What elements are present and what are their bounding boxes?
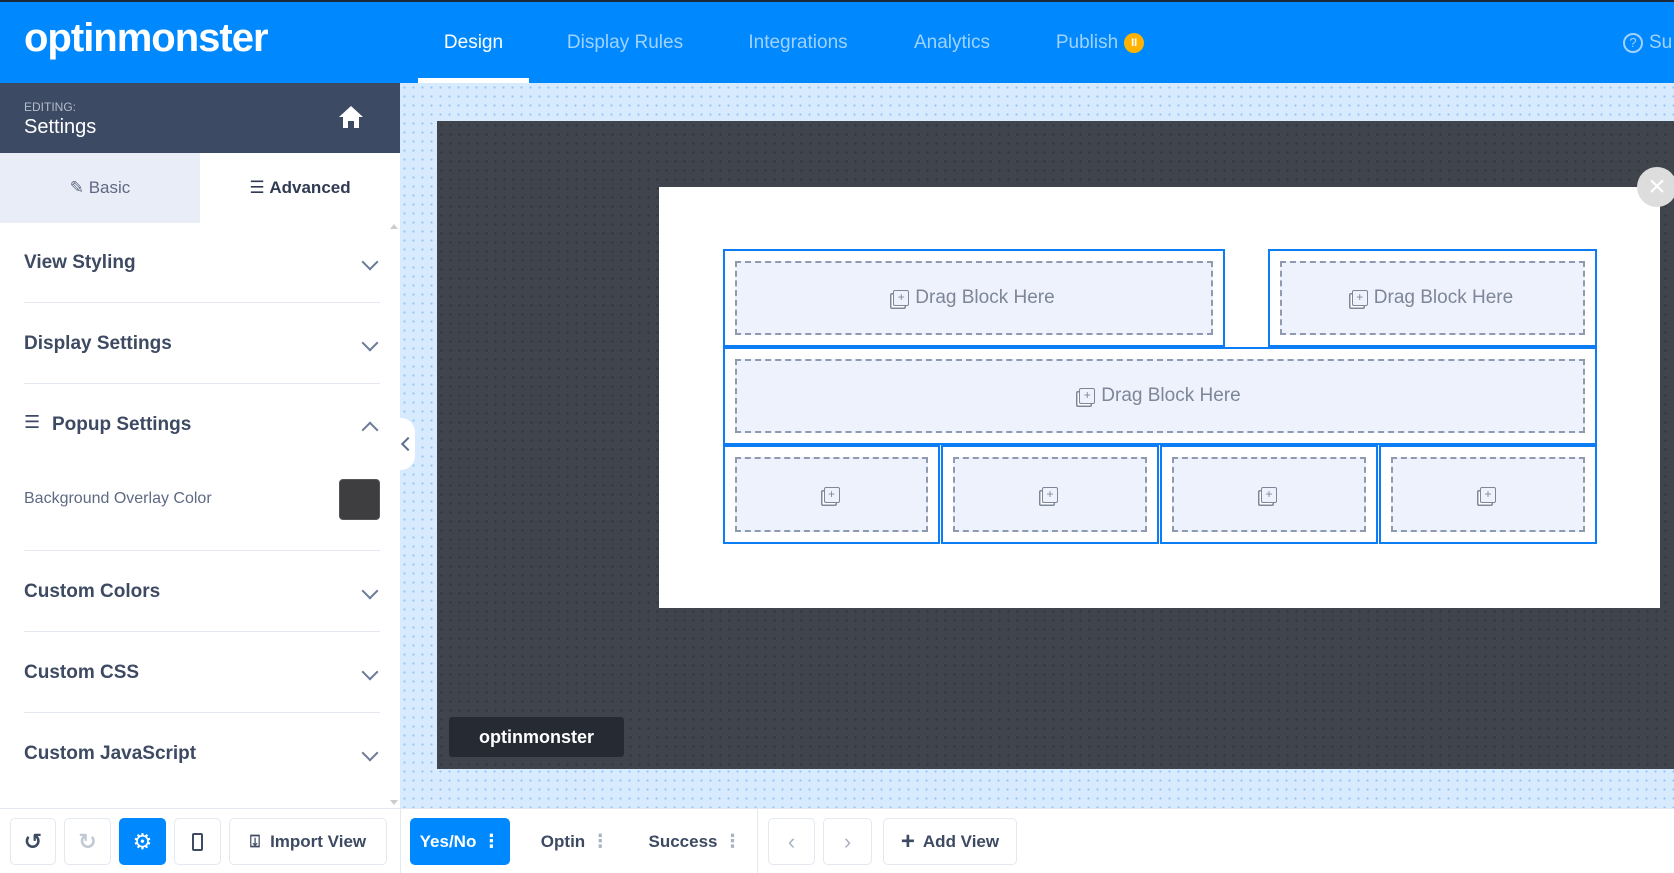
view-label: Optin: [540, 831, 586, 851]
drop-zone[interactable]: +: [1160, 445, 1378, 544]
previous-view-button[interactable]: ‹: [768, 818, 815, 865]
chevron-down-icon: [361, 663, 379, 681]
publish-label: Publish: [1055, 32, 1119, 53]
section-popup-settings[interactable]: Popup Settings ☰: [24, 384, 380, 462]
section-title: Custom Colors: [24, 581, 161, 602]
add-block-icon: +: [1261, 486, 1277, 503]
undo-icon: ↺: [23, 828, 43, 854]
chevron-right-icon: ›: [843, 828, 852, 854]
section-title: Display Settings: [24, 333, 172, 354]
section-custom-javascript[interactable]: Custom JavaScript: [24, 713, 380, 794]
drop-zone[interactable]: +: [723, 445, 940, 544]
section-title: Custom JavaScript: [24, 743, 197, 764]
scroll-down-arrow[interactable]: [390, 800, 398, 805]
drop-zone[interactable]: + Drag Block Here: [723, 347, 1597, 445]
import-view-label: Import View: [270, 831, 367, 851]
import-view-button[interactable]: ⍗ Import View: [229, 818, 387, 865]
plus-icon: +: [900, 827, 915, 855]
add-block-icon: +: [1042, 486, 1058, 503]
overlay-color-label: Background Overlay Color: [24, 490, 212, 507]
add-block-icon: +: [1480, 486, 1496, 503]
section-title: Custom CSS: [24, 662, 140, 683]
support-label: Su: [1649, 32, 1673, 53]
view-tab-optin[interactable]: Optin ⋮: [535, 818, 615, 865]
add-block-icon: +: [893, 290, 910, 306]
pause-icon: II: [1124, 32, 1145, 53]
undo-button[interactable]: ↺: [10, 818, 56, 865]
tab-basic-label: Basic: [88, 178, 131, 197]
color-swatch[interactable]: [339, 479, 380, 520]
mobile-icon: [192, 832, 203, 851]
drop-zone[interactable]: +: [1379, 445, 1597, 544]
more-options-icon[interactable]: ⋮: [482, 831, 500, 852]
section-title: View Styling: [24, 252, 136, 273]
section-custom-css[interactable]: Custom CSS: [24, 632, 380, 713]
section-title: Popup Settings: [52, 414, 192, 435]
home-icon[interactable]: [338, 105, 364, 129]
add-block-icon: +: [823, 486, 840, 503]
add-block-icon: +: [1079, 388, 1096, 404]
optinmonster-logo: optinmonster: [24, 16, 269, 60]
settings-button[interactable]: ⚙: [119, 818, 166, 865]
gear-icon: ⚙: [132, 828, 153, 854]
tab-display-rules[interactable]: Display Rules: [560, 2, 690, 83]
collapse-sidebar-button[interactable]: [397, 418, 415, 470]
editing-header: EDITING: Settings: [0, 83, 400, 153]
section-view-styling[interactable]: View Styling: [24, 222, 380, 303]
section-display-settings[interactable]: Display Settings: [24, 303, 380, 384]
editing-label: EDITING:: [24, 100, 77, 114]
help-icon: ?: [1623, 32, 1643, 53]
drop-zone[interactable]: + Drag Block Here: [723, 249, 1225, 347]
background-overlay-color-row: Background Overlay Color: [24, 462, 380, 551]
chevron-up-icon: [361, 421, 379, 439]
drop-zone-label: Drag Block Here: [1101, 385, 1241, 406]
view-label: Success: [648, 831, 718, 851]
drop-zone-label: Drag Block Here: [915, 287, 1055, 308]
add-view-label: Add View: [922, 831, 1000, 851]
chevron-down-icon: [361, 744, 379, 762]
tab-advanced-label: Advanced: [269, 178, 351, 197]
optinmonster-branding-badge[interactable]: optinmonster: [449, 717, 624, 757]
drop-zone[interactable]: +: [941, 445, 1159, 544]
scroll-up-arrow[interactable]: [390, 224, 398, 229]
more-options-icon[interactable]: ⋮: [591, 831, 609, 852]
support-link[interactable]: ? Su: [1623, 2, 1672, 83]
view-label: Yes/No: [419, 831, 477, 851]
sliders-icon: ☰: [249, 178, 270, 197]
tab-analytics[interactable]: Analytics: [900, 2, 1004, 83]
drop-zone[interactable]: + Drag Block Here: [1268, 249, 1597, 347]
chevron-down-icon: [361, 253, 379, 271]
pencil-icon: ✎: [69, 178, 89, 197]
view-tab-yes-no[interactable]: Yes/No ⋮: [410, 818, 510, 865]
import-icon: ⍗: [249, 831, 261, 851]
tab-basic[interactable]: ✎ Basic: [0, 153, 200, 223]
tab-design[interactable]: Design: [418, 2, 529, 83]
close-icon[interactable]: ×: [1637, 167, 1674, 207]
view-tab-success[interactable]: Success ⋮: [645, 818, 745, 865]
next-view-button[interactable]: ›: [823, 818, 872, 865]
top-navigation-bar: optinmonster Design Display Rules Integr…: [0, 2, 1674, 83]
section-custom-colors[interactable]: Custom Colors: [24, 551, 380, 632]
more-options-icon[interactable]: ⋮: [724, 831, 742, 852]
mobile-preview-button[interactable]: [174, 818, 221, 865]
chevron-down-icon: [361, 334, 379, 352]
add-block-icon: +: [1351, 290, 1368, 306]
editing-title: Settings: [24, 116, 97, 138]
redo-icon: ↻: [78, 828, 97, 854]
add-view-button[interactable]: + Add View: [883, 818, 1017, 865]
chevron-down-icon: [361, 582, 379, 600]
chevron-left-icon: ‹: [787, 828, 796, 854]
redo-button[interactable]: ↻: [64, 818, 111, 865]
tab-advanced[interactable]: ☰ Advanced: [200, 153, 400, 223]
drop-zone-label: Drag Block Here: [1373, 287, 1514, 308]
sliders-icon: ☰: [24, 412, 41, 432]
divider: [400, 808, 401, 873]
tab-integrations[interactable]: Integrations: [730, 2, 866, 83]
tab-publish[interactable]: Publish II: [1045, 2, 1155, 83]
divider: [757, 808, 758, 873]
